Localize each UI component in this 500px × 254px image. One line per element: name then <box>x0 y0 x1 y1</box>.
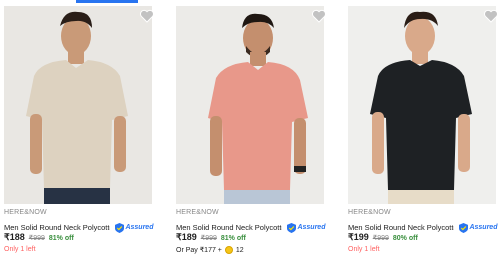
original-price: ₹999 <box>28 235 45 242</box>
product-image[interactable] <box>348 6 496 204</box>
model-photo <box>208 13 308 204</box>
product-image[interactable] <box>4 6 152 204</box>
product-card[interactable]: HERE&NOW Men Solid Round Neck Polycotto.… <box>0 4 157 253</box>
heart-icon <box>140 9 154 23</box>
heart-icon <box>484 9 498 23</box>
assured-label: Assured <box>297 224 326 232</box>
assured-label: Assured <box>469 224 498 232</box>
assured-badge: Assured <box>287 222 326 233</box>
discount-label: 81% off <box>220 235 246 242</box>
shield-icon <box>287 222 297 233</box>
product-title[interactable]: Men Solid Round Neck Polycotto... <box>348 223 454 232</box>
wishlist-button[interactable] <box>139 8 155 24</box>
original-price: ₹999 <box>372 235 389 242</box>
discount-label: 81% off <box>48 235 74 242</box>
product-title[interactable]: Men Solid Round Neck Polycotto... <box>176 223 282 232</box>
model-photo <box>370 11 472 204</box>
heart-icon <box>312 9 326 23</box>
shield-icon <box>115 222 125 233</box>
selling-price: ₹199 <box>348 232 369 242</box>
product-card[interactable]: HERE&NOW Men Solid Round Neck Polycotto.… <box>172 4 329 254</box>
product-title[interactable]: Men Solid Round Neck Polycotto... <box>4 223 110 232</box>
model-photo <box>26 11 128 204</box>
assured-badge: Assured <box>459 222 498 233</box>
product-brand: HERE&NOW <box>4 209 47 216</box>
wishlist-button[interactable] <box>311 8 327 24</box>
product-brand: HERE&NOW <box>176 209 219 216</box>
selling-price: ₹189 <box>176 232 197 242</box>
product-image[interactable] <box>176 6 324 204</box>
shield-icon <box>459 222 469 233</box>
stock-note: Only 1 left <box>348 246 380 253</box>
wishlist-button[interactable] <box>483 8 499 24</box>
coin-count: 12 <box>235 246 244 254</box>
product-card[interactable]: HERE&NOW Men Solid Round Neck Polycotto.… <box>344 4 500 253</box>
discount-label: 80% off <box>392 235 418 242</box>
original-price: ₹999 <box>200 235 217 242</box>
assured-badge: Assured <box>115 222 154 233</box>
selling-price: ₹188 <box>4 232 25 242</box>
assured-label: Assured <box>125 224 154 232</box>
product-brand: HERE&NOW <box>348 209 391 216</box>
stock-note: Only 1 left <box>4 246 36 253</box>
active-tab-indicator <box>76 0 138 3</box>
